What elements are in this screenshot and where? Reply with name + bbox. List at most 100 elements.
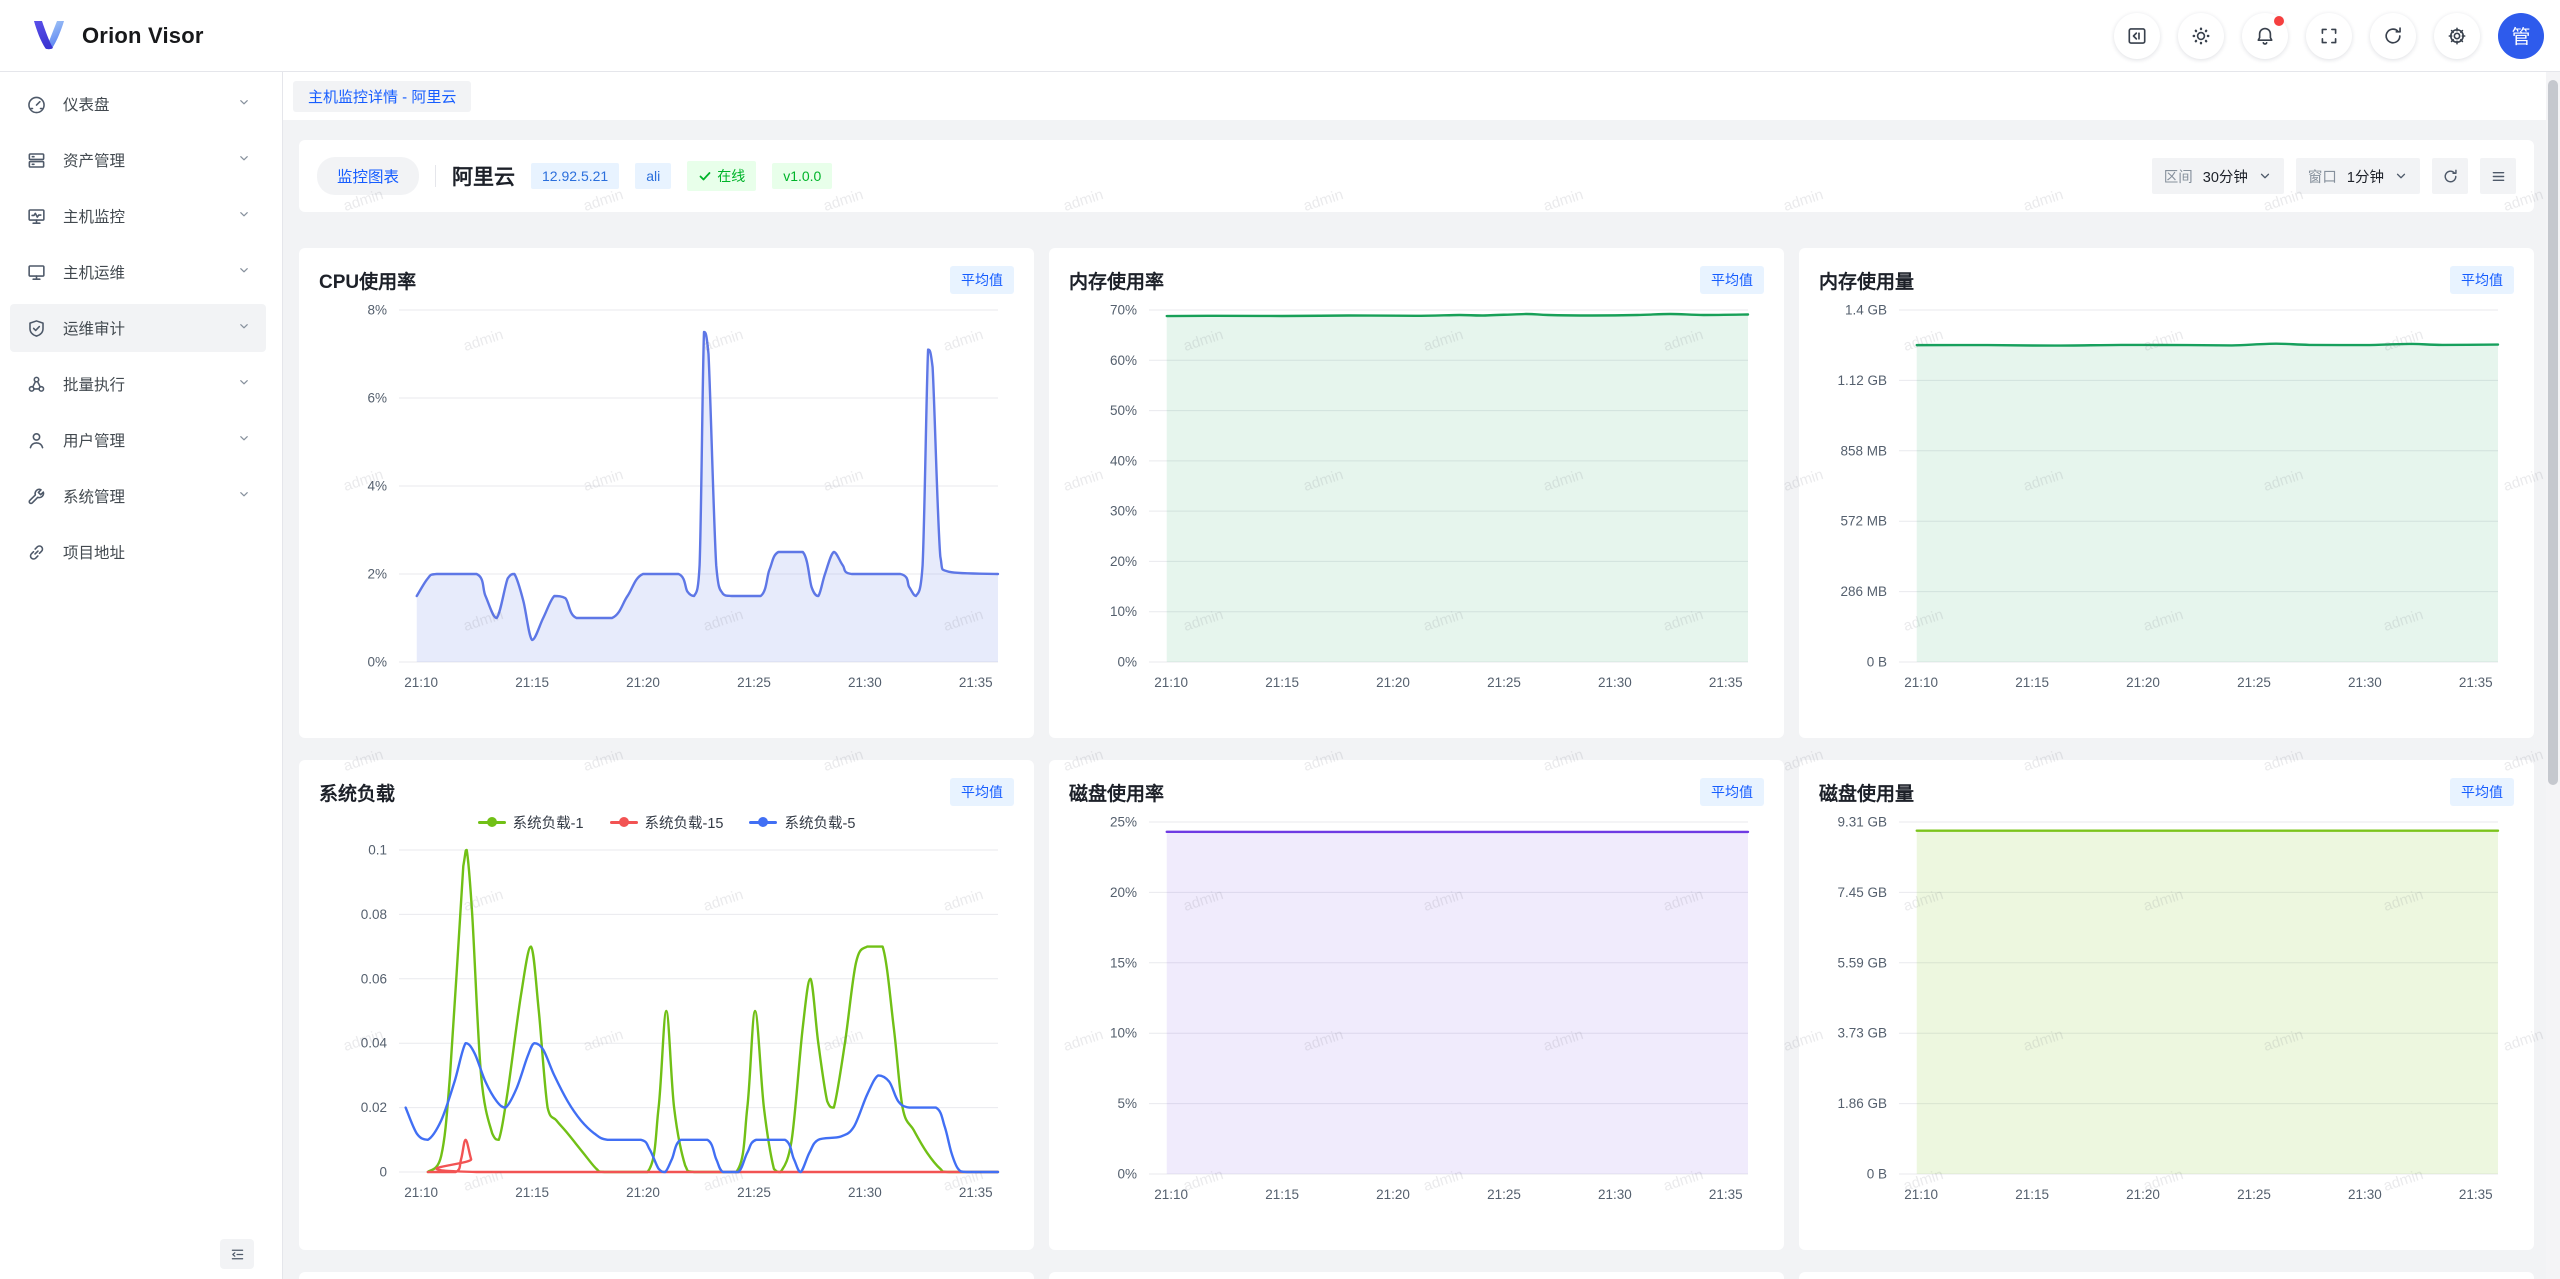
svg-text:21:30: 21:30 (2348, 1187, 2382, 1202)
svg-text:0.04: 0.04 (361, 1036, 388, 1051)
svg-text:21:20: 21:20 (1376, 1187, 1410, 1202)
legend-item-系统负载-15[interactable]: 系统负载-15 (610, 812, 724, 833)
sidebar-item-host-ops[interactable]: 主机运维 (10, 248, 266, 296)
sidebar-item-label: 主机监控 (63, 205, 236, 227)
sidebar-item-audit-shield[interactable]: 运维审计 (10, 304, 266, 352)
chart-title: 磁盘使用率 (1069, 779, 1164, 806)
menu-lines-icon (2490, 168, 2507, 185)
asset-storage-icon (26, 150, 47, 171)
tab-host-monitor-detail[interactable]: 主机监控详情 - 阿里云 (293, 81, 471, 112)
sidebar-item-asset-storage[interactable]: 资产管理 (10, 136, 266, 184)
host-tag-badge: ali (635, 163, 671, 189)
svg-text:21:30: 21:30 (1598, 1187, 1632, 1202)
chevron-down-icon (236, 374, 252, 390)
svg-text:50%: 50% (1110, 403, 1137, 418)
legend-marker-icon (749, 817, 777, 827)
sidebar-item-link[interactable]: 项目地址 (10, 528, 266, 576)
svg-text:5%: 5% (1117, 1096, 1137, 1111)
svg-text:0.08: 0.08 (361, 907, 387, 922)
svg-text:0 B: 0 B (1867, 655, 1887, 670)
notification-bell-button[interactable] (2242, 13, 2288, 59)
average-badge: 平均值 (1700, 778, 1764, 806)
legend-label: 系统负载-15 (645, 812, 724, 833)
fullscreen-button[interactable] (2306, 13, 2352, 59)
chevron-down-icon (236, 318, 252, 334)
legend-marker-icon (610, 817, 638, 827)
chart-card-disk-amount: 磁盘使用量 平均值 9.31 GB7.45 GB5.59 GB3.73 GB1.… (1799, 760, 2534, 1250)
monitor-chart-view-button[interactable]: 监控图表 (317, 157, 419, 195)
svg-text:9.31 GB: 9.31 GB (1837, 815, 1887, 830)
average-badge: 平均值 (950, 266, 1014, 294)
sidebar-item-label: 批量执行 (63, 373, 236, 395)
average-badge: 平均值 (950, 778, 1014, 806)
chart-card-partial (299, 1272, 1034, 1279)
sidebar: 仪表盘资产管理主机监控主机运维运维审计批量执行用户管理系统管理项目地址 (0, 72, 283, 1279)
notification-bell-icon (2254, 25, 2276, 47)
svg-text:0.1: 0.1 (368, 843, 387, 858)
app-title: Orion Visor (82, 23, 204, 49)
svg-text:5.59 GB: 5.59 GB (1837, 955, 1887, 970)
chart-card-cpu-usage: CPU使用率 平均值 8%6%4%2%0%21:1021:1521:2021:2… (299, 248, 1034, 738)
code-window-button[interactable] (2114, 13, 2160, 59)
chevron-down-icon (236, 262, 252, 278)
svg-text:10%: 10% (1110, 1026, 1137, 1041)
svg-text:60%: 60% (1110, 353, 1137, 368)
host-ip-badge: 12.92.5.21 (531, 163, 619, 189)
svg-text:8%: 8% (367, 303, 387, 318)
refresh-button[interactable] (2370, 13, 2416, 59)
svg-text:1.4 GB: 1.4 GB (1845, 303, 1887, 318)
chevron-down-icon (236, 94, 252, 110)
divider (435, 165, 436, 187)
svg-text:10%: 10% (1110, 604, 1137, 619)
settings-gear-button[interactable] (2434, 13, 2480, 59)
sidebar-item-host-monitor[interactable]: 主机监控 (10, 192, 266, 240)
average-badge: 平均值 (2450, 266, 2514, 294)
legend-item-系统负载-1[interactable]: 系统负载-1 (478, 812, 584, 833)
sidebar-collapse-button[interactable] (220, 1239, 254, 1269)
svg-text:21:30: 21:30 (1598, 675, 1632, 690)
refresh-charts-button[interactable] (2432, 158, 2468, 194)
svg-text:21:35: 21:35 (2459, 675, 2493, 690)
legend-item-系统负载-5[interactable]: 系统负载-5 (749, 812, 855, 833)
chart-title: 磁盘使用量 (1819, 779, 1914, 806)
chart-layout-menu-button[interactable] (2480, 158, 2516, 194)
window-select[interactable]: 窗口 1分钟 (2296, 158, 2420, 194)
host-header-card: 监控图表 阿里云 12.92.5.21 ali 在线 v1.0.0 区间 30分… (299, 140, 2534, 212)
svg-text:21:10: 21:10 (1904, 1187, 1938, 1202)
svg-text:21:25: 21:25 (2237, 1187, 2271, 1202)
link-icon (26, 542, 47, 563)
theme-sun-icon (2190, 25, 2212, 47)
range-select[interactable]: 区间 30分钟 (2152, 158, 2284, 194)
svg-text:20%: 20% (1110, 554, 1137, 569)
sidebar-item-label: 主机运维 (63, 261, 236, 283)
sidebar-item-user[interactable]: 用户管理 (10, 416, 266, 464)
avatar[interactable]: 管 (2498, 13, 2544, 59)
chevron-down-icon (236, 430, 252, 451)
sidebar-item-dashboard-gauge[interactable]: 仪表盘 (10, 80, 266, 128)
svg-text:21:15: 21:15 (1265, 1187, 1299, 1202)
chart-card-system-load: 系统负载 平均值 系统负载-1系统负载-15系统负载-5 0.10.080.06… (299, 760, 1034, 1250)
svg-text:4%: 4% (367, 479, 387, 494)
svg-text:21:35: 21:35 (1709, 1187, 1743, 1202)
svg-text:20%: 20% (1110, 885, 1137, 900)
scrollbar-thumb[interactable] (2548, 80, 2558, 785)
chevron-down-icon (2258, 169, 2272, 183)
chevron-down-icon (236, 486, 252, 502)
legend-marker-icon (478, 817, 506, 827)
svg-text:21:35: 21:35 (959, 1185, 993, 1200)
notification-dot (2274, 16, 2284, 26)
svg-text:21:30: 21:30 (848, 675, 882, 690)
sidebar-item-batch-cluster[interactable]: 批量执行 (10, 360, 266, 408)
memory-amount-chart: 1.4 GB1.12 GB858 MB572 MB286 MB0 B21:102… (1819, 296, 2514, 698)
sidebar-item-label: 运维审计 (63, 317, 236, 339)
theme-sun-button[interactable] (2178, 13, 2224, 59)
chevron-down-icon (236, 318, 252, 339)
average-badge: 平均值 (1700, 266, 1764, 294)
tab-bar: 主机监控详情 - 阿里云 (283, 72, 2560, 120)
chevron-down-icon (236, 430, 252, 446)
chart-title: 系统负载 (319, 779, 395, 806)
svg-text:70%: 70% (1110, 303, 1137, 318)
svg-text:0.02: 0.02 (361, 1100, 387, 1115)
sidebar-item-system-wrench[interactable]: 系统管理 (10, 472, 266, 520)
svg-text:3.73 GB: 3.73 GB (1837, 1026, 1887, 1041)
